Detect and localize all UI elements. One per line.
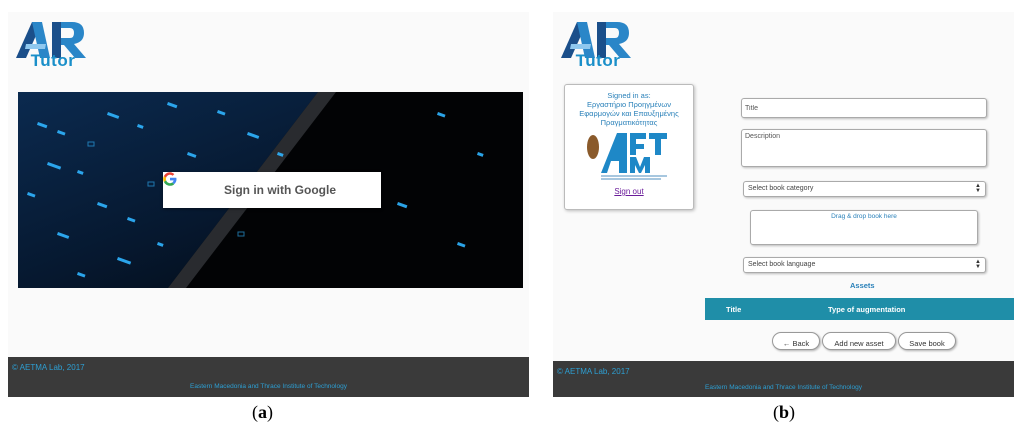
save-book-button[interactable]: Save book [898, 332, 956, 350]
caption-a-letter: a [258, 402, 267, 422]
book-description-input[interactable] [741, 129, 987, 167]
ar-tutor-logo: Tutor [12, 18, 88, 74]
footer: © AETMA Lab, 2017 Eastern Macedonia and … [553, 361, 1014, 397]
caption-b: (b) [773, 402, 796, 422]
select-arrows-icon: ▲ ▼ [975, 259, 981, 270]
select-arrows-icon: ▲ ▼ [975, 183, 981, 194]
footer-copyright: © AETMA Lab, 2017 [557, 367, 630, 376]
book-dropzone[interactable]: Drag & drop book here [750, 210, 978, 245]
add-asset-button[interactable]: Add new asset [822, 332, 896, 350]
logo-word: Tutor [30, 51, 76, 70]
book-title-input[interactable] [741, 98, 987, 118]
assets-heading: Assets [850, 281, 875, 290]
footer: © AETMA Lab, 2017 Eastern Macedonia and … [8, 357, 529, 397]
sign-out-link[interactable]: Sign out [614, 187, 643, 196]
footer-institute: Eastern Macedonia and Thrace Institute o… [190, 383, 347, 390]
google-g-icon [163, 172, 199, 208]
google-sign-in-label: Sign in with Google [224, 183, 336, 197]
back-button[interactable]: ← Back [772, 332, 820, 350]
dropzone-label: Drag & drop book here [831, 213, 897, 220]
aetma-lab-logo [587, 129, 671, 181]
book-language-select[interactable]: Select book language ▲ ▼ [743, 257, 986, 273]
hero-image: Sign in with Google [18, 92, 523, 288]
assets-column-type: Type of augmentation [828, 305, 906, 314]
assets-column-title: Title [726, 305, 742, 314]
caption-b-letter: b [779, 402, 790, 422]
assets-table-header: Title Type of augmentation [705, 298, 1014, 320]
logo-word: Tutor [575, 51, 621, 70]
footer-institute: Eastern Macedonia and Thrace Institute o… [705, 384, 862, 391]
book-language-select-value: Select book language [748, 261, 816, 268]
ar-tutor-logo: Tutor [557, 18, 633, 74]
lab-name: Εργαστήριο Προηγμένων Εφαρμογών και Επαυ… [579, 100, 679, 127]
caption-a: (a) [252, 402, 273, 422]
google-sign-in-button[interactable]: Sign in with Google [163, 172, 381, 208]
signed-in-card: Signed in as: Εργαστήριο Προηγμένων Εφαρ… [564, 84, 694, 210]
login-screen: Tutor Sign in with Google © AETMA Lab, 2… [8, 12, 529, 397]
signed-in-label: Signed in as: [607, 91, 651, 100]
book-editor-screen: Tutor Signed in as: Εργαστήριο Προηγμένω… [553, 12, 1014, 397]
book-category-select-value: Select book category [748, 185, 814, 192]
book-category-select[interactable]: Select book category ▲ ▼ [743, 181, 986, 197]
footer-copyright: © AETMA Lab, 2017 [12, 363, 85, 372]
